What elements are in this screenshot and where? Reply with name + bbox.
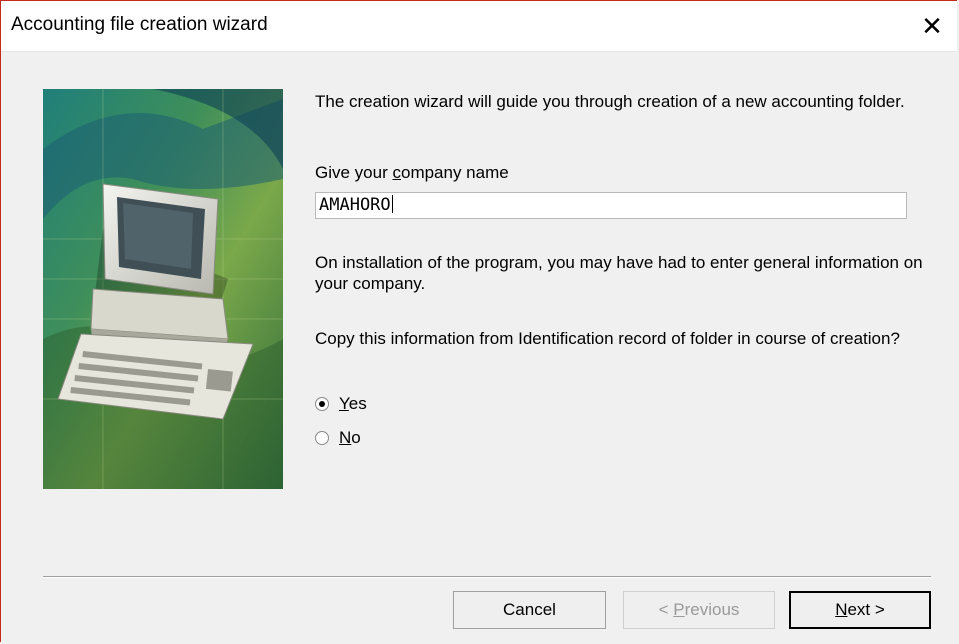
radio-yes[interactable]: Yes bbox=[315, 393, 367, 414]
radio-no-label: No bbox=[339, 428, 361, 447]
cancel-button[interactable]: Cancel bbox=[453, 591, 606, 629]
company-label: Give your company name bbox=[315, 163, 509, 182]
window-title: Accounting file creation wizard bbox=[11, 14, 268, 35]
info-text: On installation of the program, you may … bbox=[315, 253, 923, 293]
text-caret bbox=[391, 195, 393, 213]
radio-selected-icon bbox=[315, 396, 329, 411]
footer-divider bbox=[43, 576, 931, 578]
radio-unselected-icon bbox=[315, 430, 329, 445]
previous-button[interactable]: < Previous bbox=[623, 591, 775, 629]
title-divider bbox=[1, 51, 957, 52]
wizard-window: Accounting file creation wizard ✕ The cr… bbox=[0, 0, 957, 642]
close-icon[interactable]: ✕ bbox=[915, 11, 949, 41]
title-bar: Accounting file creation wizard ✕ bbox=[1, 1, 957, 51]
intro-text: The creation wizard will guide you throu… bbox=[315, 92, 905, 111]
company-name-input[interactable]: AMAHORO bbox=[315, 192, 907, 219]
next-button[interactable]: Next > bbox=[789, 591, 931, 629]
computer-keyboard-illustration bbox=[43, 89, 283, 489]
copy-question: Copy this information from Identificatio… bbox=[315, 329, 900, 348]
radio-yes-label: Yes bbox=[339, 394, 367, 413]
radio-no[interactable]: No bbox=[315, 427, 361, 448]
